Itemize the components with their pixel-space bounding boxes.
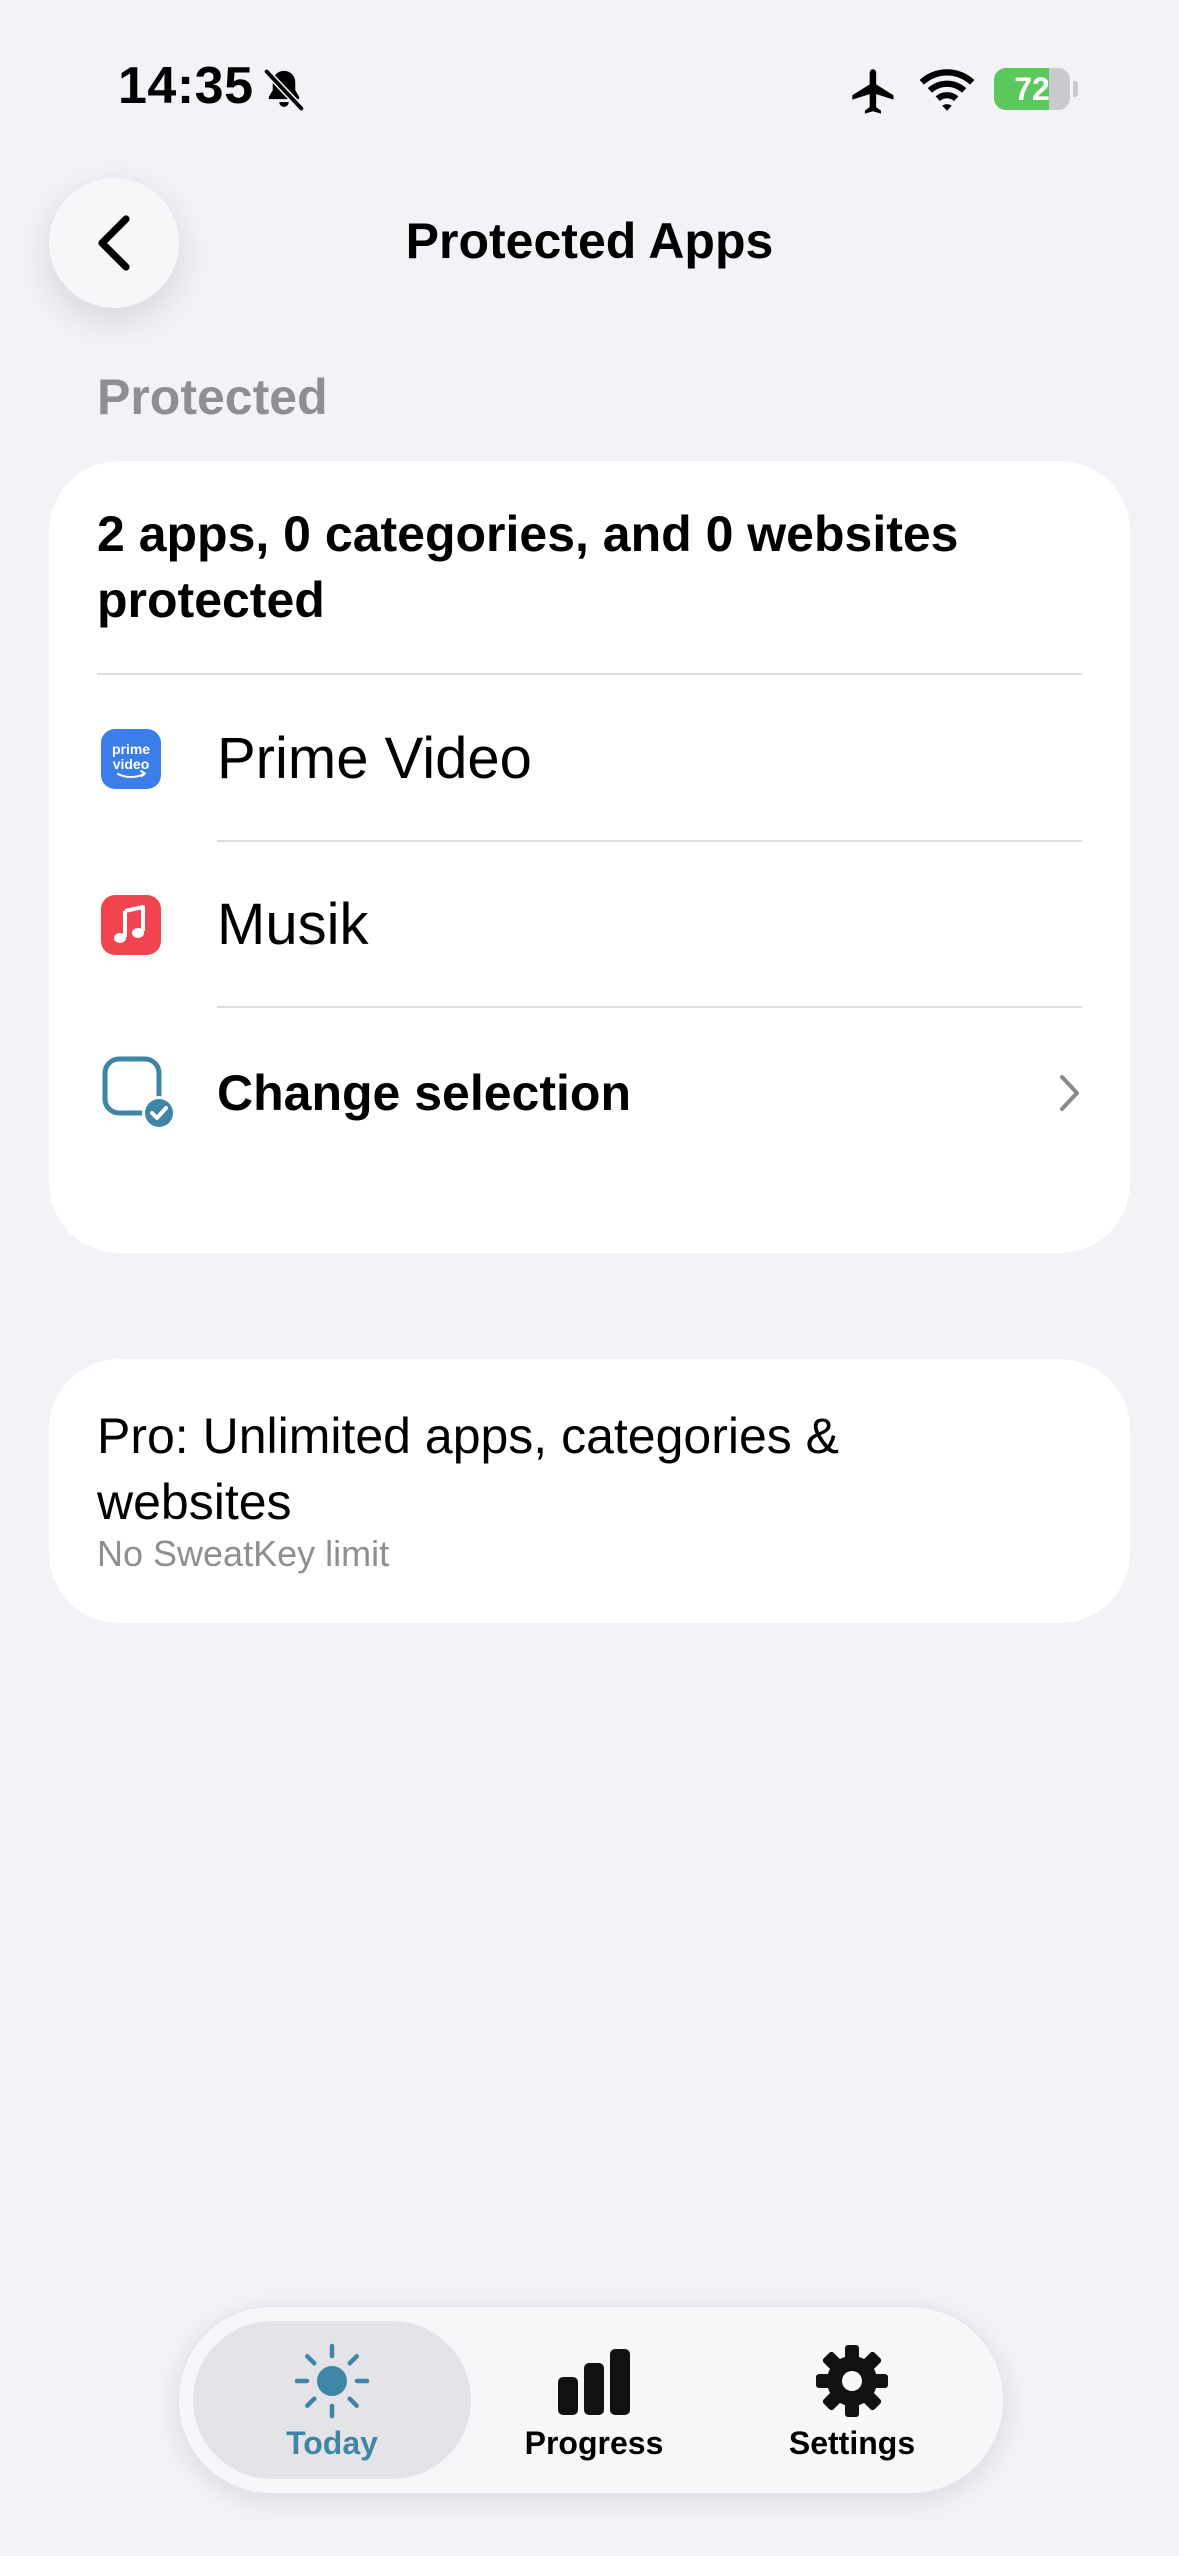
gear-icon (816, 2345, 888, 2417)
protected-card: 2 apps, 0 categories, and 0 websites pro… (49, 461, 1130, 1253)
svg-text:video: video (113, 756, 150, 772)
tab-bar: Today Progress Settings (178, 2306, 1004, 2494)
change-selection-button[interactable]: Change selection (49, 1017, 1130, 1167)
pro-subtitle: No SweatKey limit (97, 1533, 390, 1574)
protection-summary: 2 apps, 0 categories, and 0 websites pro… (97, 506, 959, 628)
app-name: Prime Video (217, 726, 532, 791)
divider (217, 1006, 1082, 1008)
status-time: 14:35 (118, 57, 254, 115)
section-title: Protected (97, 369, 328, 425)
airplane-icon (852, 69, 894, 114)
app-name: Musik (217, 892, 369, 957)
tab-today[interactable]: Today (193, 2321, 471, 2479)
sun-icon (294, 2343, 370, 2419)
app-row-musik[interactable]: Musik (49, 843, 1130, 1007)
chevron-right-icon (1060, 1075, 1079, 1111)
bar-chart-icon (558, 2349, 630, 2415)
tab-label: Settings (788, 2425, 916, 2461)
change-selection-label: Change selection (217, 1065, 631, 1121)
tab-label: Today (286, 2425, 378, 2461)
music-note-icon (101, 895, 161, 955)
battery-charging-icon: 72 (994, 68, 1078, 110)
pro-title: Pro: Unlimited apps, categories & websit… (97, 1408, 840, 1530)
page-title: Protected Apps (405, 213, 774, 269)
divider (217, 840, 1082, 842)
prime-video-icon: prime video (101, 729, 161, 789)
bell-off-icon (264, 69, 304, 111)
pro-upgrade-card[interactable]: Pro: Unlimited apps, categories & websit… (49, 1359, 1130, 1623)
tab-progress[interactable]: Progress (455, 2321, 733, 2479)
svg-text:prime: prime (112, 741, 150, 757)
tab-label: Progress (524, 2425, 664, 2461)
battery-level: 72 (1014, 71, 1050, 107)
app-row-prime-video[interactable]: prime video Prime Video (49, 677, 1130, 841)
tab-settings[interactable]: Settings (713, 2321, 991, 2479)
wifi-icon (919, 69, 975, 111)
divider (97, 673, 1082, 675)
status-bar: 14:35 72 (0, 52, 1179, 132)
checkbox-selection-icon (102, 1056, 176, 1130)
